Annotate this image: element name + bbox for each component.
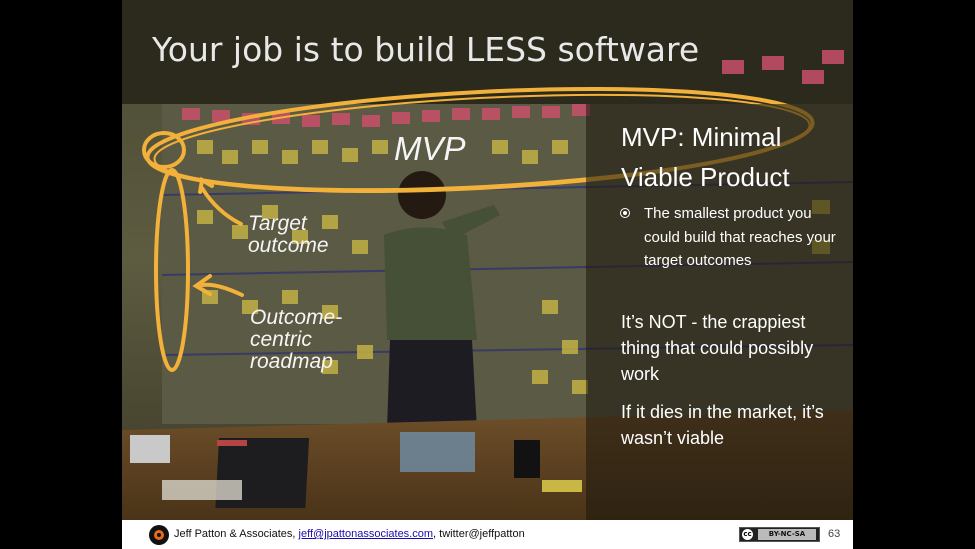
bullet-text: The smallest product you could build tha… bbox=[644, 205, 836, 269]
email-link[interactable]: jeff@jpattonassociates.com bbox=[299, 528, 433, 540]
company-logo-icon bbox=[149, 525, 169, 545]
footer-author: Jeff Patton & Associates, bbox=[174, 528, 299, 540]
roadmap-annotation: Outcome- centric roadmap bbox=[250, 307, 342, 373]
paragraph-viable: If it dies in the market, it’s wasn’t vi… bbox=[621, 402, 824, 448]
annotation-line: outcome bbox=[248, 234, 329, 257]
license-text: BY-NC-SA bbox=[758, 529, 816, 540]
slide-footer: Jeff Patton & Associates, jeff@jpattonas… bbox=[122, 520, 853, 549]
paragraph-not-crappy: It’s NOT - the crappiest thing that coul… bbox=[621, 312, 814, 384]
cc-license-badge: cc BY-NC-SA bbox=[739, 527, 820, 542]
footer-credit: Jeff Patton & Associates, jeff@jpattonas… bbox=[174, 528, 525, 540]
slide-title: Your job is to build LESS software bbox=[152, 30, 700, 69]
target-outcome-annotation: Target outcome bbox=[248, 213, 329, 257]
cc-icon: cc bbox=[742, 529, 753, 540]
annotation-line: Outcome- bbox=[250, 306, 343, 329]
panel-heading: MVP: Minimal Viable Product bbox=[621, 122, 790, 192]
footer-twitter: , twitter@jeffpatton bbox=[433, 528, 525, 540]
annotation-line: Target bbox=[248, 212, 307, 235]
slide: Your job is to build LESS software MVP T… bbox=[122, 0, 853, 549]
page-number: 63 bbox=[828, 528, 841, 540]
annotation-line: centric bbox=[250, 328, 312, 351]
bullet-icon bbox=[620, 208, 630, 218]
bullet-item: The smallest product you could build tha… bbox=[620, 202, 842, 273]
annotation-line: roadmap bbox=[250, 350, 333, 373]
mvp-annotation: MVP bbox=[394, 130, 466, 167]
